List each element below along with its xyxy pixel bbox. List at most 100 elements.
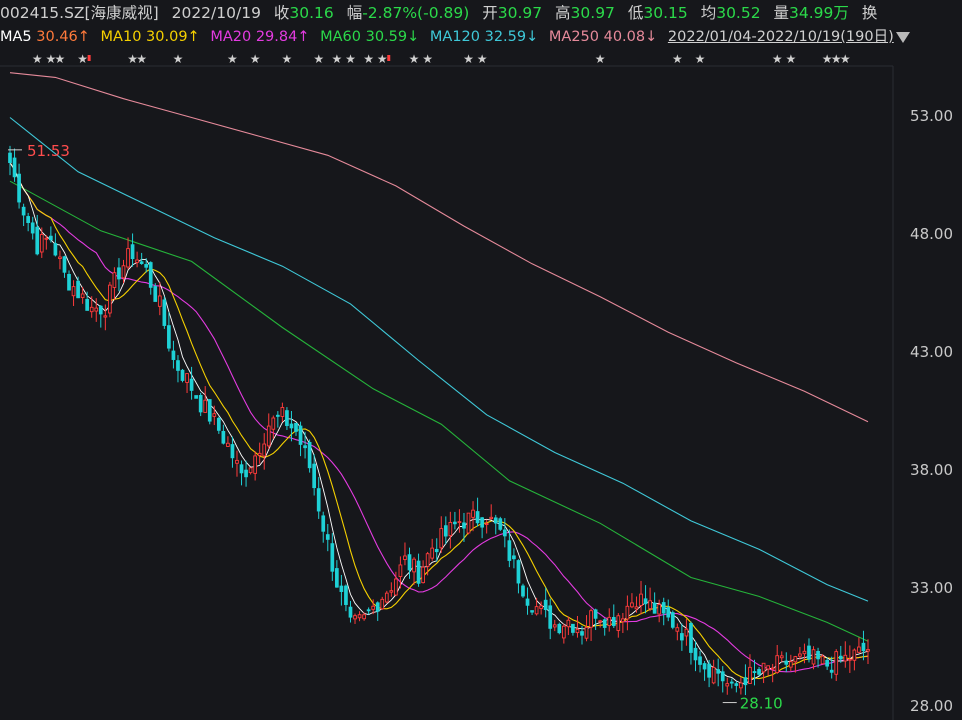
stock-code[interactable]: 002415.SZ[海康威视] (0, 4, 159, 22)
candle-body (816, 650, 820, 660)
y-tick-label: 48.00 (910, 225, 953, 243)
candle-body (430, 547, 435, 559)
candle-body (98, 305, 103, 315)
y-tick-label: 53.00 (910, 107, 953, 125)
event-star-icon: ★ (785, 52, 796, 66)
quote-header: 002415.SZ[海康威视] 2022/10/19 收30.16 幅-2.87… (0, 0, 962, 26)
candle-body (543, 599, 548, 611)
candle-body (648, 600, 652, 610)
ma120-label: MA120 (429, 29, 480, 45)
candle-body (661, 602, 666, 614)
change-label: 幅 (346, 4, 363, 22)
candle-body (26, 216, 31, 223)
candle-body (280, 407, 285, 417)
event-star-icon: ★ (377, 52, 388, 66)
candle-body (262, 443, 267, 457)
candle-body (557, 623, 562, 634)
event-star-icon: ★ (695, 52, 706, 66)
candle-body (525, 598, 530, 606)
candle-body (266, 425, 271, 447)
candle-body (339, 585, 344, 592)
event-star-icon: ★ (313, 52, 324, 66)
candle-body (126, 248, 130, 268)
candle-body (275, 414, 280, 417)
candle-body (729, 681, 734, 684)
candle-body (734, 683, 739, 686)
date-range[interactable]: 2022/01/04-2022/10/19(190日) (668, 29, 894, 45)
candle-body (230, 444, 235, 459)
candle-body (489, 516, 494, 519)
candle-body (321, 515, 326, 532)
candle-body (167, 325, 171, 349)
event-star-icon: ★ (173, 52, 184, 66)
candle-body (552, 624, 557, 628)
vol-value: 34.99万 (789, 4, 849, 22)
candle-body (94, 307, 99, 312)
candle-body (639, 593, 643, 606)
ma10-label: MA10 (100, 29, 142, 45)
ma60-label: MA60 (320, 29, 361, 45)
ma20-item: MA20 29.84↑ (210, 29, 309, 45)
candle-body (366, 609, 371, 612)
candle-body (861, 642, 866, 652)
low-annotation-label: 28.10 (740, 695, 783, 713)
event-star-icon: ★ (363, 52, 374, 66)
candle-body (539, 605, 543, 609)
dropdown-triangle-icon[interactable] (895, 31, 910, 43)
candle-body (298, 425, 303, 445)
candle-body (176, 360, 180, 371)
candle-body (39, 234, 44, 253)
close-item: 收30.16 (274, 4, 334, 22)
candle-body (634, 606, 639, 610)
candle-body (148, 262, 153, 288)
candle-body (121, 265, 126, 279)
candle-body (189, 378, 194, 391)
open-value: 30.97 (497, 4, 543, 22)
open-label: 开 (482, 4, 498, 22)
event-star-icon: ★ (32, 52, 43, 66)
ma250-item: MA250 40.08↓ (549, 29, 657, 45)
high-label: 高 (555, 4, 571, 22)
candle-body (117, 267, 121, 280)
candle-body (625, 605, 630, 620)
change-value: -2.87%(-0.89) (362, 4, 470, 22)
candle-body (44, 237, 49, 240)
candle-body (434, 548, 439, 553)
event-star-icon: ★ (345, 52, 356, 66)
candle-body (162, 299, 167, 326)
candle-body (530, 610, 534, 613)
event-star-icon: ★ (282, 52, 293, 66)
candle-body (684, 628, 689, 637)
candle-body (825, 660, 829, 667)
candle-body (35, 226, 40, 255)
candle-body (484, 523, 489, 525)
candle-body (507, 540, 512, 561)
candle-body (493, 517, 498, 524)
vol-item: 量34.99万 (774, 4, 849, 22)
candle-body (8, 152, 12, 164)
candle-body (743, 677, 748, 686)
ma120-item: MA120 32.59↓ (430, 29, 538, 45)
candle-body (108, 284, 112, 314)
candle-body (235, 459, 239, 464)
ma-legend-bar: MA5 30.46↑ MA10 30.09↑ MA20 29.84↑ MA60 … (0, 26, 962, 48)
kline-chart[interactable]: 53.00 48.00 43.00 38.00 33.00 28.00 51.53 28.10… (0, 0, 962, 720)
event-star-icon: ★ (477, 52, 488, 66)
candle-body (571, 623, 575, 633)
candle-body (834, 651, 839, 675)
event-star-icon: ★ (422, 52, 433, 66)
candle-body (226, 442, 230, 447)
candle-body (53, 243, 58, 256)
candle-body (203, 399, 208, 413)
candle-body (657, 604, 662, 615)
candle-body (847, 658, 852, 661)
candle-body (857, 646, 861, 653)
candle-body (770, 667, 775, 670)
ma5-value: 30.46↑ (36, 29, 90, 45)
candle-body (811, 649, 816, 665)
candle-body (112, 272, 117, 288)
event-star-icon: ★ (409, 52, 420, 66)
candle-body (85, 298, 90, 311)
candle-body (153, 286, 158, 302)
candle-body (779, 655, 784, 659)
